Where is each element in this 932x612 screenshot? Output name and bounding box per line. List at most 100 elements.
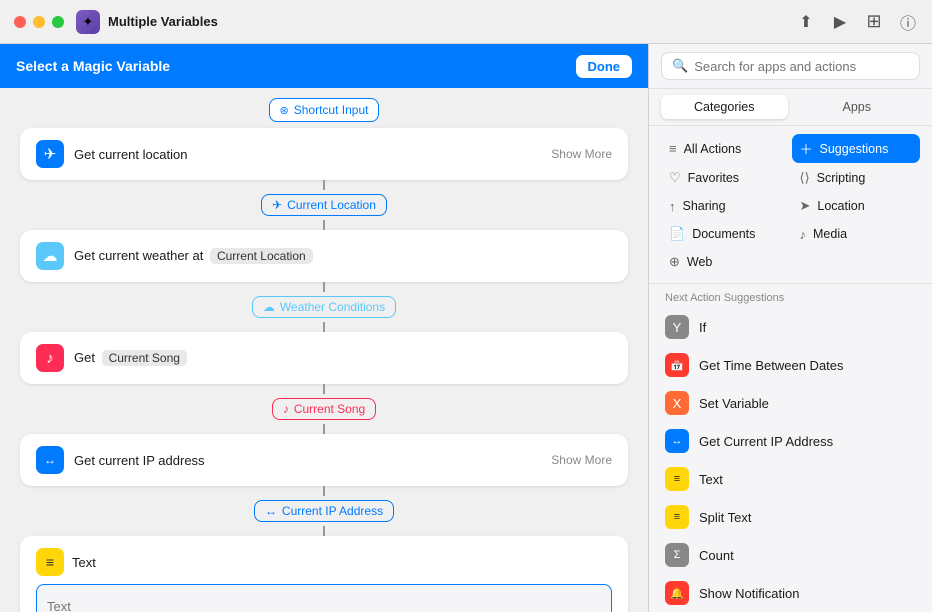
action-card-get-location[interactable]: ✈ Get current location Show More (20, 128, 628, 180)
category-all-actions[interactable]: ≡ All Actions (661, 134, 790, 163)
connector-line (323, 180, 325, 190)
action-card-get-ip[interactable]: ↔ Get current IP address Show More (20, 434, 628, 486)
play-button[interactable]: ▶ (830, 12, 850, 32)
output-badge-song-label: Current Song (294, 402, 365, 416)
suggestion-time-between[interactable]: 📅 Get Time Between Dates (649, 346, 932, 384)
scripting-label: Scripting (817, 171, 866, 185)
output-badge-weather[interactable]: ☁ Weather Conditions (252, 296, 396, 318)
share-button[interactable]: ⬆ (796, 12, 816, 32)
show-more-location[interactable]: Show More (551, 147, 612, 161)
suggestion-text[interactable]: ≡ Text (649, 460, 932, 498)
all-actions-label: All Actions (684, 142, 742, 156)
weather-icon: ☁ (36, 242, 64, 270)
time-between-icon: 📅 (665, 353, 689, 377)
suggestion-get-ip[interactable]: ↔ Get Current IP Address (649, 422, 932, 460)
categories-grid: ≡ All Actions ＋ Suggestions ♡ Favorites … (649, 126, 932, 284)
category-suggestions[interactable]: ＋ Suggestions (792, 134, 921, 163)
output-badge-ip-label: Current IP Address (282, 504, 383, 518)
suggestions-label: Suggestions (820, 142, 889, 156)
count-icon: Σ (665, 543, 689, 567)
action-text-ip: Get current IP address (74, 453, 205, 468)
suggestion-get-ip-label: Get Current IP Address (699, 434, 833, 449)
done-button[interactable]: Done (576, 55, 633, 78)
connector-line-7 (323, 486, 325, 496)
suggestion-show-notification[interactable]: 🔔 Show Notification (649, 574, 932, 612)
search-box: 🔍 (661, 52, 920, 80)
app-icon: ✦ (76, 10, 100, 34)
connector-line-4 (323, 322, 325, 332)
if-icon: Y (665, 315, 689, 339)
ip-icon: ↔ (36, 446, 64, 474)
workflow-header: Select a Magic Variable Done (0, 44, 648, 88)
suggestion-split-text[interactable]: ≡ Split Text (649, 498, 932, 536)
category-sharing[interactable]: ↑ Sharing (661, 193, 790, 219)
connector-song: ♪ Current Song (20, 384, 628, 434)
shortcut-input-icon: ⊛ (280, 104, 289, 117)
text-action-header: ≡ Text (36, 548, 612, 576)
actions-search: 🔍 (649, 44, 932, 89)
connector-ip: ↔ Current IP Address (20, 486, 628, 536)
suggestions-section: Next Action Suggestions Y If 📅 Get Time … (649, 284, 932, 612)
category-media[interactable]: ♪ Media (792, 221, 921, 247)
show-more-ip[interactable]: Show More (551, 453, 612, 467)
tab-apps[interactable]: Apps (794, 95, 921, 119)
connector-line-3 (323, 282, 325, 292)
search-icon: 🔍 (672, 58, 688, 74)
web-icon: ⊕ (669, 254, 680, 270)
output-badge-location-label: Current Location (287, 198, 376, 212)
output-badge-ip[interactable]: ↔ Current IP Address (254, 500, 394, 522)
text-action-input[interactable] (36, 584, 612, 612)
category-favorites[interactable]: ♡ Favorites (661, 165, 790, 191)
info-button[interactable]: ⓘ (898, 12, 918, 32)
suggestion-count[interactable]: Σ Count (649, 536, 932, 574)
sharing-icon: ↑ (669, 199, 676, 214)
suggestion-if[interactable]: Y If (649, 308, 932, 346)
output-badge-weather-label: Weather Conditions (280, 300, 385, 314)
shortcut-input-row: ⊛ Shortcut Input (20, 98, 628, 122)
media-icon: ♪ (800, 227, 807, 242)
location-label: Location (817, 199, 864, 213)
add-to-library-button[interactable]: ⊞ (864, 12, 884, 32)
maximize-button[interactable] (52, 16, 64, 28)
connector-location: ✈ Current Location (20, 180, 628, 230)
connector-line-5 (323, 384, 325, 394)
weather-location-badge[interactable]: Current Location (210, 248, 313, 264)
output-badge-location[interactable]: ✈ Current Location (261, 194, 387, 216)
titlebar: ✦ Multiple Variables ⬆ ▶ ⊞ ⓘ (0, 0, 932, 44)
sharing-label: Sharing (683, 199, 726, 213)
media-label: Media (813, 227, 847, 241)
action-card-get-weather[interactable]: ☁ Get current weather at Current Locatio… (20, 230, 628, 282)
split-text-icon: ≡ (665, 505, 689, 529)
song-badge[interactable]: Current Song (102, 350, 187, 366)
action-card-left: ✈ Get current location (36, 140, 187, 168)
output-badge-location-icon: ✈ (272, 198, 282, 212)
workflow-header-title: Select a Magic Variable (16, 58, 170, 74)
suggestion-time-between-label: Get Time Between Dates (699, 358, 844, 373)
actions-panel: 🔍 Categories Apps ≡ All Actions ＋ Sugges… (648, 44, 932, 612)
category-web[interactable]: ⊕ Web (661, 249, 790, 275)
minimize-button[interactable] (33, 16, 45, 28)
all-actions-icon: ≡ (669, 141, 677, 156)
action-text-weather: Get current weather at Current Location (74, 248, 316, 264)
suggestion-show-notification-label: Show Notification (699, 586, 799, 601)
close-button[interactable] (14, 16, 26, 28)
category-location[interactable]: ➤ Location (792, 193, 921, 219)
suggestion-text-label: Text (699, 472, 723, 487)
output-badge-song[interactable]: ♪ Current Song (272, 398, 376, 420)
category-documents[interactable]: 📄 Documents (661, 221, 790, 247)
music-icon: ♪ (36, 344, 64, 372)
category-scripting[interactable]: ⟨⟩ Scripting (792, 165, 921, 191)
web-label: Web (687, 255, 712, 269)
suggestion-set-variable[interactable]: X Set Variable (649, 384, 932, 422)
tab-row: Categories Apps (649, 89, 932, 126)
shortcut-input-badge[interactable]: ⊛ Shortcut Input (269, 98, 380, 122)
search-input[interactable] (694, 59, 909, 74)
workflow-content: ⊛ Shortcut Input ✈ Get current location … (0, 88, 648, 612)
connector-line-2 (323, 220, 325, 230)
documents-icon: 📄 (669, 226, 685, 242)
action-card-text[interactable]: ≡ Text (20, 536, 628, 612)
tab-categories[interactable]: Categories (661, 95, 788, 119)
action-card-get-song[interactable]: ♪ Get Current Song (20, 332, 628, 384)
suggestion-if-label: If (699, 320, 706, 335)
favorites-label: Favorites (688, 171, 739, 185)
